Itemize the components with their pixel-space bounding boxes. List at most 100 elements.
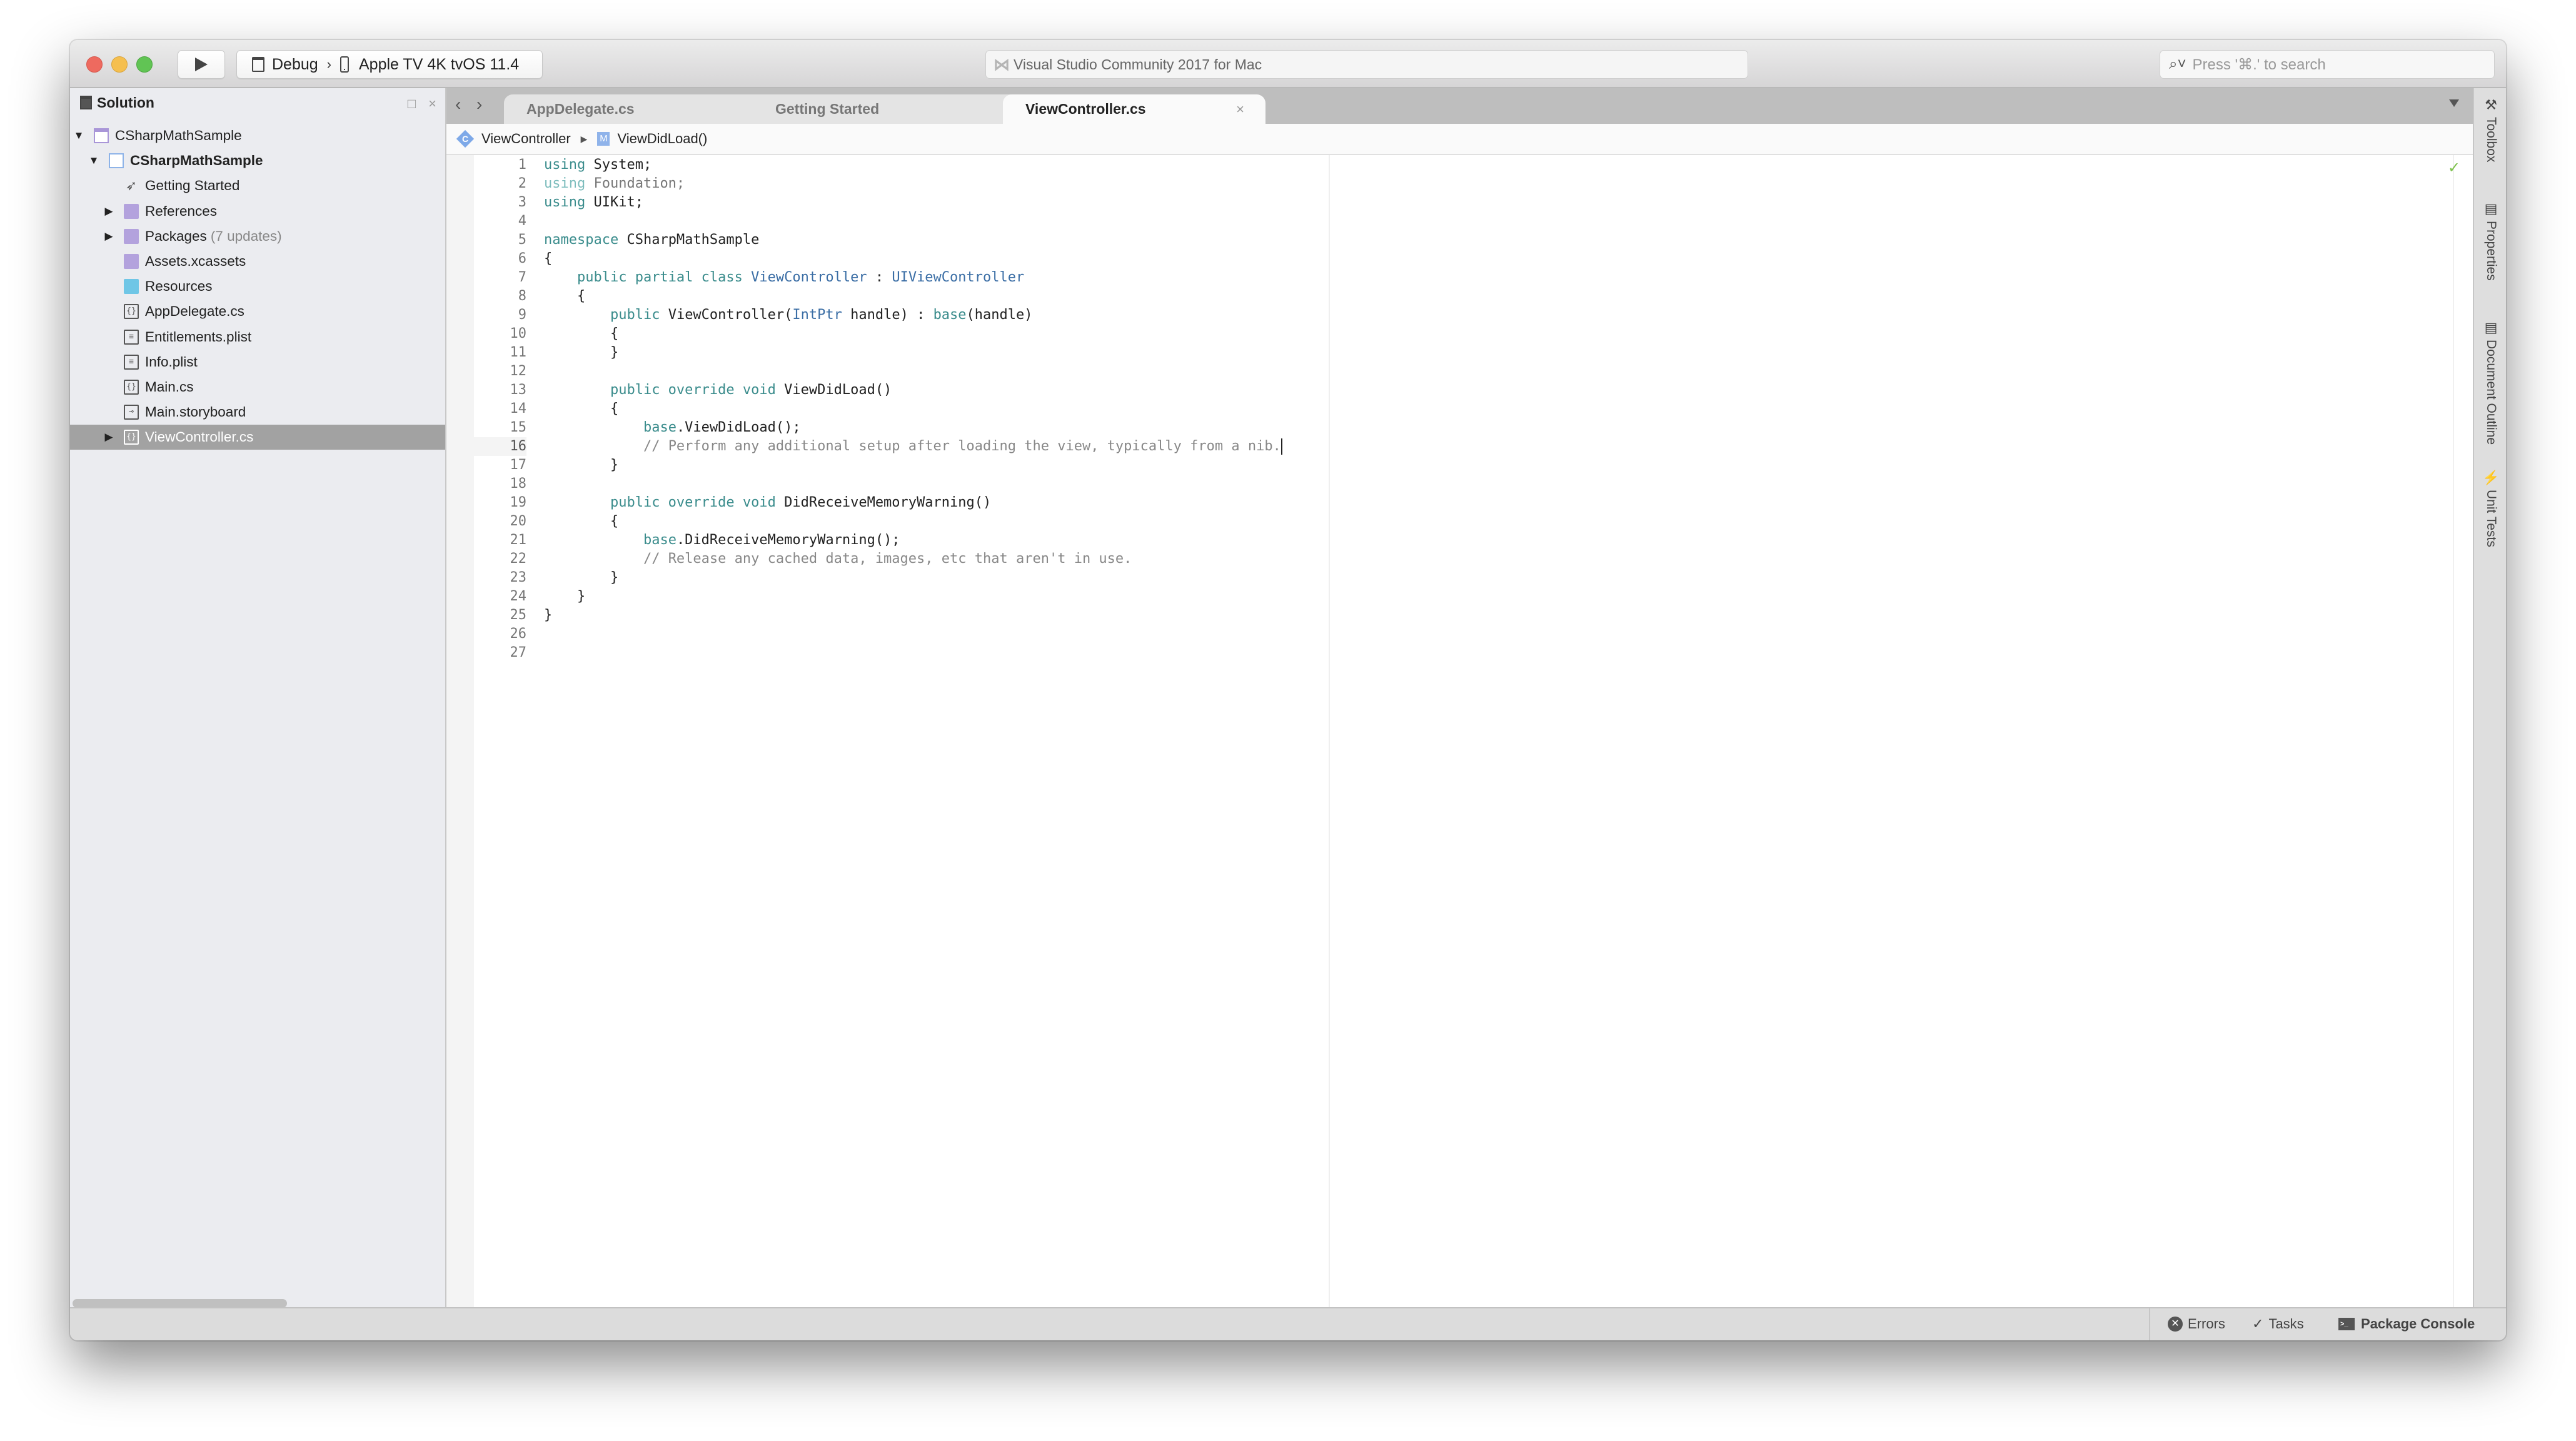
code-line[interactable]: 10 { (474, 325, 1282, 343)
code-line[interactable]: 13 public override void ViewDidLoad() (474, 381, 1282, 400)
tree-item[interactable]: ▶ References (70, 199, 445, 224)
tree-item[interactable]: {} Main.cs (70, 375, 445, 400)
editor-vertical-scrollbar[interactable] (2453, 155, 2473, 1307)
errors-button[interactable]: ✕ Errors (2168, 1316, 2225, 1332)
code-line[interactable]: 16 // Perform any additional setup after… (474, 437, 1282, 456)
line-text: public override void DidReceiveMemoryWar… (526, 493, 991, 512)
line-number: 21 (510, 532, 527, 548)
code-line[interactable]: 18 (474, 475, 1282, 493)
tree-item[interactable]: Assets.xcassets (70, 249, 445, 274)
keyword-token: public override void (610, 382, 776, 398)
tab-viewcontroller[interactable]: ViewController.cs × (1003, 94, 1265, 124)
code-line[interactable]: 12 (474, 362, 1282, 381)
comment-token: // Perform any additional setup after lo… (643, 438, 1281, 454)
collapsed-disclosure-icon[interactable]: ▶ (103, 205, 115, 218)
csharp-file-icon: {} (124, 379, 139, 395)
expanded-disclosure-icon[interactable]: ▼ (73, 129, 85, 142)
tree-item[interactable]: ➶ Getting Started (70, 173, 445, 198)
collapsed-disclosure-icon[interactable]: ▶ (103, 431, 115, 443)
global-search-input[interactable]: ⌕˅ Press '⌘.' to search (2160, 50, 2495, 79)
code-line[interactable]: 11 } (474, 343, 1282, 362)
configuration-label[interactable]: Debug (272, 56, 318, 74)
code-token: .DidReceiveMemoryWarning(); (676, 532, 900, 548)
code-line[interactable]: 4 (474, 212, 1282, 231)
tab-appdelegate[interactable]: AppDelegate.cs (504, 94, 779, 124)
dock-tab-toolbox[interactable]: ⚒ Toolbox (2480, 97, 2502, 162)
code-line[interactable]: 20 { (474, 512, 1282, 531)
close-window-button[interactable] (86, 56, 103, 73)
tasks-label: Tasks (2268, 1316, 2304, 1332)
forward-nav-icon[interactable]: › (476, 94, 482, 114)
tree-item[interactable]: ▶ Packages (7 updates) (70, 224, 445, 249)
close-tab-icon[interactable]: × (1236, 101, 1244, 118)
configuration-selector[interactable]: Debug › Apple TV 4K tvOS 11.4 (236, 50, 543, 79)
code-line[interactable]: 6{ (474, 250, 1282, 268)
tree-item[interactable]: ⊸ Main.storyboard (70, 400, 445, 425)
close-pad-icon[interactable]: × (428, 96, 436, 111)
line-number: 18 (510, 476, 527, 492)
tasks-button[interactable]: ✓ Tasks (2252, 1316, 2304, 1332)
code-line[interactable]: 9 public ViewController(IntPtr handle) :… (474, 306, 1282, 325)
run-button[interactable] (178, 50, 225, 79)
keyword-token: base (643, 420, 677, 435)
type-token: ViewController (742, 270, 867, 285)
code-token: CSharpMathSample (618, 232, 760, 248)
dock-pad-icon[interactable]: □ (408, 96, 416, 111)
code-line[interactable]: 17 } (474, 456, 1282, 475)
package-console-button[interactable]: >_ Package Console (2338, 1316, 2475, 1332)
code-line[interactable]: 27 (474, 644, 1282, 662)
code-line[interactable]: 8 { (474, 287, 1282, 306)
search-placeholder: Press '⌘.' to search (2192, 56, 2326, 73)
code-line[interactable]: 5 namespace CSharpMathSample (474, 231, 1282, 250)
minimize-window-button[interactable] (111, 56, 128, 73)
zoom-window-button[interactable] (136, 56, 153, 73)
line-text (526, 644, 544, 662)
tab-getting-started[interactable]: Getting Started (753, 94, 1028, 124)
tree-item[interactable]: ≡ Entitlements.plist (70, 325, 445, 350)
code-line[interactable]: 3 using UIKit; (474, 193, 1282, 212)
code-line[interactable]: 26 (474, 625, 1282, 644)
line-text: } (526, 569, 618, 587)
csharp-file-icon: {} (124, 304, 139, 320)
code-line[interactable]: 2 using Foundation; (474, 174, 1282, 193)
code-line[interactable]: 24 } (474, 587, 1282, 606)
code-line[interactable]: 22 // Release any cached data, images, e… (474, 550, 1282, 569)
breadcrumb-class[interactable]: ViewController (481, 131, 571, 147)
breadcrumb-method[interactable]: ViewDidLoad() (617, 131, 707, 147)
code-lines[interactable]: 1 using System; 2 using Foundation; 3 using U… (474, 156, 1282, 662)
package-console-label: Package Console (2361, 1316, 2475, 1332)
terminal-icon: >_ (2338, 1318, 2355, 1330)
tree-item[interactable]: ▶ {} ViewController.cs (70, 425, 445, 450)
sidebar-horizontal-scrollbar[interactable] (73, 1299, 287, 1308)
line-text: { (526, 512, 618, 531)
tree-item[interactable]: ≡ Info.plist (70, 350, 445, 375)
tree-item-label: Getting Started (145, 178, 240, 194)
tree-item-label: Assets.xcassets (145, 253, 246, 270)
dock-tab-unit-tests[interactable]: ⚡ Unit Tests (2480, 470, 2502, 547)
code-line[interactable]: 1 using System; (474, 156, 1282, 174)
code-line[interactable]: 15 base.ViewDidLoad(); (474, 418, 1282, 437)
code-line[interactable]: 14 { (474, 400, 1282, 418)
tree-item-label: ViewController.cs (145, 429, 254, 445)
tab-overflow-dropdown-icon[interactable] (2449, 99, 2459, 107)
method-icon: M (597, 132, 610, 146)
line-text: using System; (526, 156, 652, 174)
device-label[interactable]: Apple TV 4K tvOS 11.4 (359, 56, 519, 74)
dock-tab-properties[interactable]: ▤ Properties (2480, 201, 2502, 281)
tree-item[interactable]: Resources (70, 274, 445, 299)
collapsed-disclosure-icon[interactable]: ▶ (103, 230, 115, 243)
tree-item[interactable]: {} AppDelegate.cs (70, 299, 445, 324)
type-token: IntPtr (792, 307, 842, 323)
tree-item[interactable]: ▼ CSharpMathSample (70, 123, 445, 148)
code-line[interactable]: 7 public partial class ViewController : … (474, 268, 1282, 287)
code-editor[interactable]: 1 using System; 2 using Foundation; 3 using U… (446, 155, 2473, 1307)
expanded-disclosure-icon[interactable]: ▼ (88, 154, 100, 167)
code-line[interactable]: 21 base.DidReceiveMemoryWarning(); (474, 531, 1282, 550)
code-line[interactable]: 19 public override void DidReceiveMemory… (474, 493, 1282, 512)
back-nav-icon[interactable]: ‹ (455, 94, 461, 114)
code-line[interactable]: 25} (474, 606, 1282, 625)
tree-item[interactable]: ▼ CSharpMathSample (70, 148, 445, 173)
code-line[interactable]: 23 } (474, 569, 1282, 587)
dock-tab-document-outline[interactable]: ▤ Document Outline (2480, 320, 2502, 445)
keyword-token: public (610, 307, 660, 323)
